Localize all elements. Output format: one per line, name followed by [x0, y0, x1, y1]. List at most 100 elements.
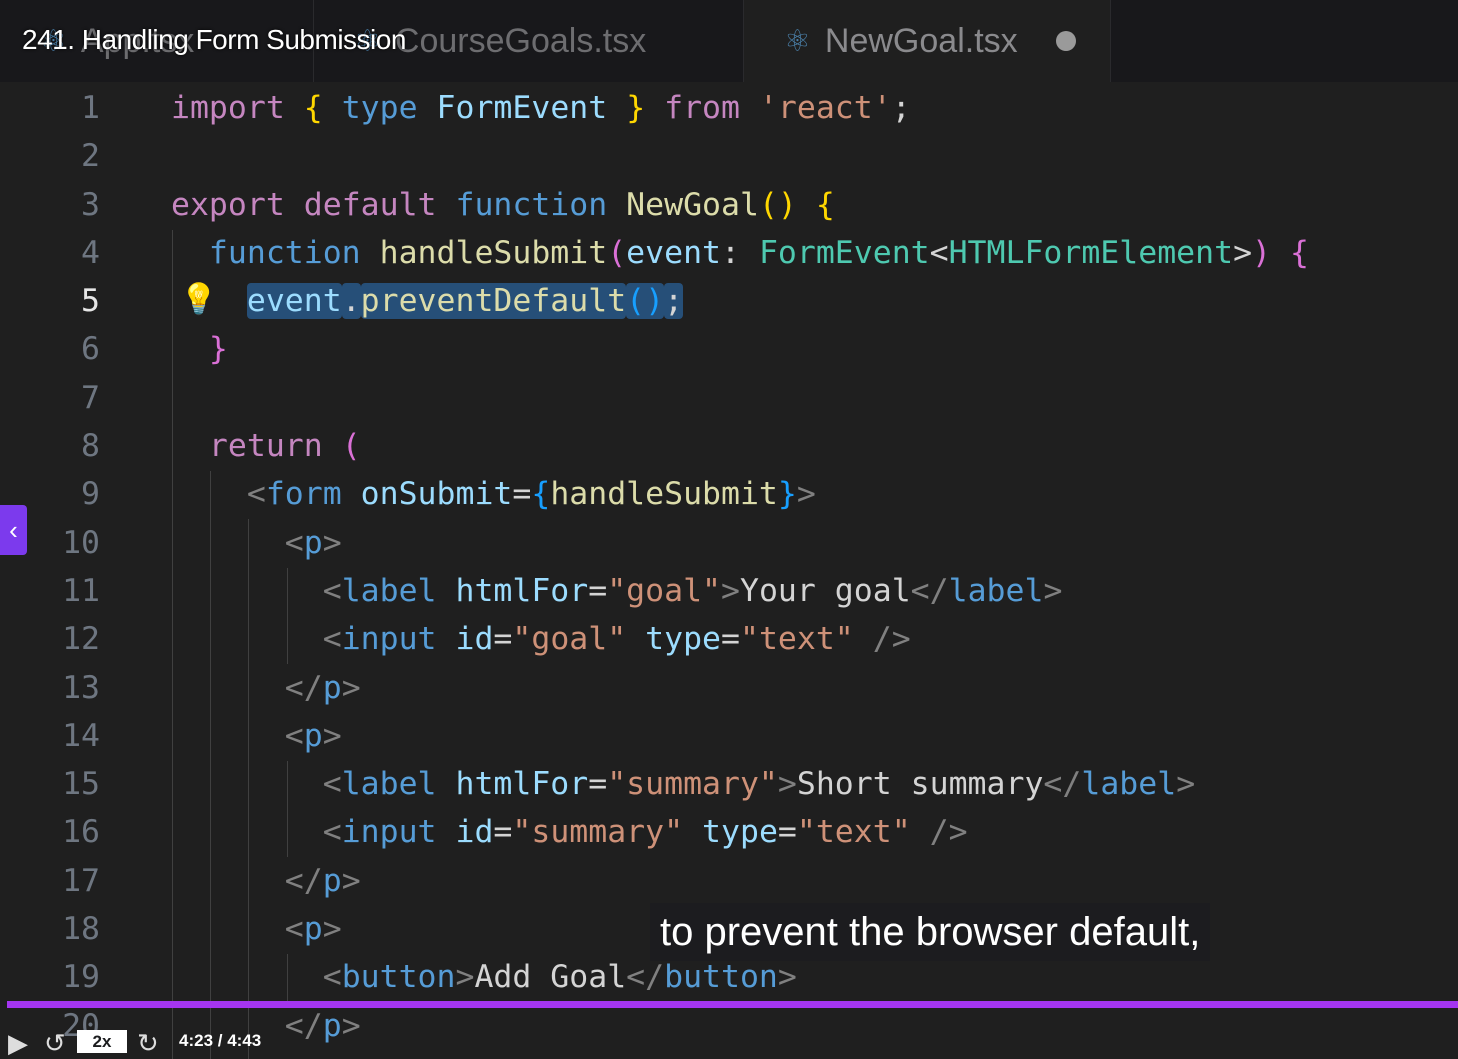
time-display: 4:23 / 4:43 [179, 1031, 262, 1050]
code-text: return ( [171, 422, 361, 470]
code-token: . [341, 283, 361, 320]
code-token: ( [607, 234, 627, 271]
code-token: < [171, 814, 342, 851]
code-token: Short summary [796, 766, 1044, 803]
code-token: function [171, 234, 380, 271]
play-button[interactable]: ▶ [8, 1028, 28, 1059]
code-token: return [171, 428, 342, 465]
code-token: : [721, 234, 759, 271]
code-token: < [171, 524, 304, 561]
code-text: } [171, 325, 228, 373]
code-token: } [777, 476, 797, 513]
code-token: </ [171, 862, 323, 899]
code-token: p [303, 717, 323, 754]
code-token: { [815, 186, 835, 223]
code-token: < [929, 234, 949, 271]
code-token: } [171, 331, 228, 368]
code-token: p [303, 524, 323, 561]
code-token: = [512, 476, 532, 513]
line-number: 15 [62, 766, 100, 803]
forward-button[interactable]: ↻ [137, 1028, 159, 1059]
code-token: </ [171, 669, 323, 706]
code-token: > [721, 572, 740, 609]
code-token: type [702, 814, 778, 851]
code-token: < [171, 717, 304, 754]
code-token: > [777, 959, 797, 996]
line-number: 3 [81, 186, 100, 223]
code-token: from [664, 90, 759, 126]
code-token: < [171, 911, 304, 948]
code-token: = [493, 621, 513, 658]
code-token: input [341, 814, 456, 851]
playback-speed-button[interactable]: 2x [77, 1030, 127, 1053]
code-token: /> [929, 814, 968, 851]
code-token: "summary" [512, 814, 703, 851]
lightbulb-icon[interactable]: 💡 [180, 282, 217, 317]
code-token: onSubmit [360, 476, 513, 513]
code-token: = [588, 572, 608, 609]
rewind-button[interactable]: ↺ [44, 1028, 66, 1059]
code-token: 'react' [758, 90, 892, 126]
progress-fill [7, 1001, 1458, 1008]
code-token: { [303, 90, 342, 126]
code-token: event [626, 234, 721, 271]
tab-label: NewGoal.tsx [824, 21, 1018, 60]
code-token: label [1081, 766, 1177, 803]
code-token: function [455, 186, 627, 223]
code-token: htmlFor [455, 572, 589, 609]
line-number: 11 [62, 572, 100, 609]
code-text: event.preventDefault(); [171, 277, 684, 325]
code-token: type [645, 621, 722, 658]
code-token: label [341, 766, 456, 803]
code-token: p [303, 911, 323, 948]
code-token: } [626, 90, 665, 126]
code-text: export default function NewGoal() { [171, 181, 835, 229]
line-number: 19 [62, 959, 100, 996]
code-text: </p> [171, 664, 361, 712]
chevron-left-icon: ‹ [9, 514, 18, 545]
code-token: > [796, 476, 816, 513]
code-token: p [322, 1007, 342, 1044]
code-token: ( [341, 428, 361, 465]
code-token: form [265, 476, 361, 513]
code-token: < [171, 959, 342, 996]
code-text: import { type FormEvent } from 'react'; [171, 84, 911, 132]
code-token: Add Goal [474, 959, 627, 996]
code-token: handleSubmit [550, 476, 778, 513]
line-number: 16 [62, 814, 100, 851]
line-number: 6 [81, 331, 100, 368]
code-token: default [303, 186, 456, 223]
code-token: FormEvent [436, 90, 627, 126]
code-token: FormEvent [758, 234, 930, 271]
line-number: 14 [62, 717, 100, 754]
line-number: 12 [62, 621, 100, 658]
code-token: </ [1043, 766, 1082, 803]
code-token: > [322, 717, 342, 754]
progress-bar[interactable] [7, 1001, 1458, 1008]
code-token: Your goal [739, 572, 911, 609]
video-title: 241. Handling Form Submission [22, 24, 406, 55]
sidebar-toggle-button[interactable]: ‹ [0, 505, 27, 555]
code-token: "text" [796, 814, 930, 851]
code-token: button [664, 959, 778, 996]
code-token: > [322, 524, 342, 561]
code-token: { [531, 476, 551, 513]
code-text: <input id="summary" type="text" /> [171, 808, 968, 856]
code-token: HTMLFormElement [948, 234, 1234, 271]
line-number: 1 [81, 90, 100, 126]
code-token: p [322, 862, 342, 899]
code-token: "summary" [607, 766, 778, 803]
code-text: function handleSubmit(event: FormEvent<H… [171, 229, 1309, 277]
code-token: = [493, 814, 513, 851]
code-token: htmlFor [455, 766, 589, 803]
code-token: label [948, 572, 1044, 609]
unsaved-dot-icon[interactable] [1055, 31, 1076, 51]
tab-label: CourseGoals.tsx [394, 21, 647, 60]
code-token: < [171, 766, 342, 803]
code-token: button [341, 959, 456, 996]
tab-new-goal[interactable]: ⚛ NewGoal.tsx [744, 0, 1111, 82]
code-token: id [455, 814, 494, 851]
code-token: > [455, 959, 475, 996]
code-text: <p> [171, 712, 342, 760]
code-token: () [626, 283, 665, 320]
